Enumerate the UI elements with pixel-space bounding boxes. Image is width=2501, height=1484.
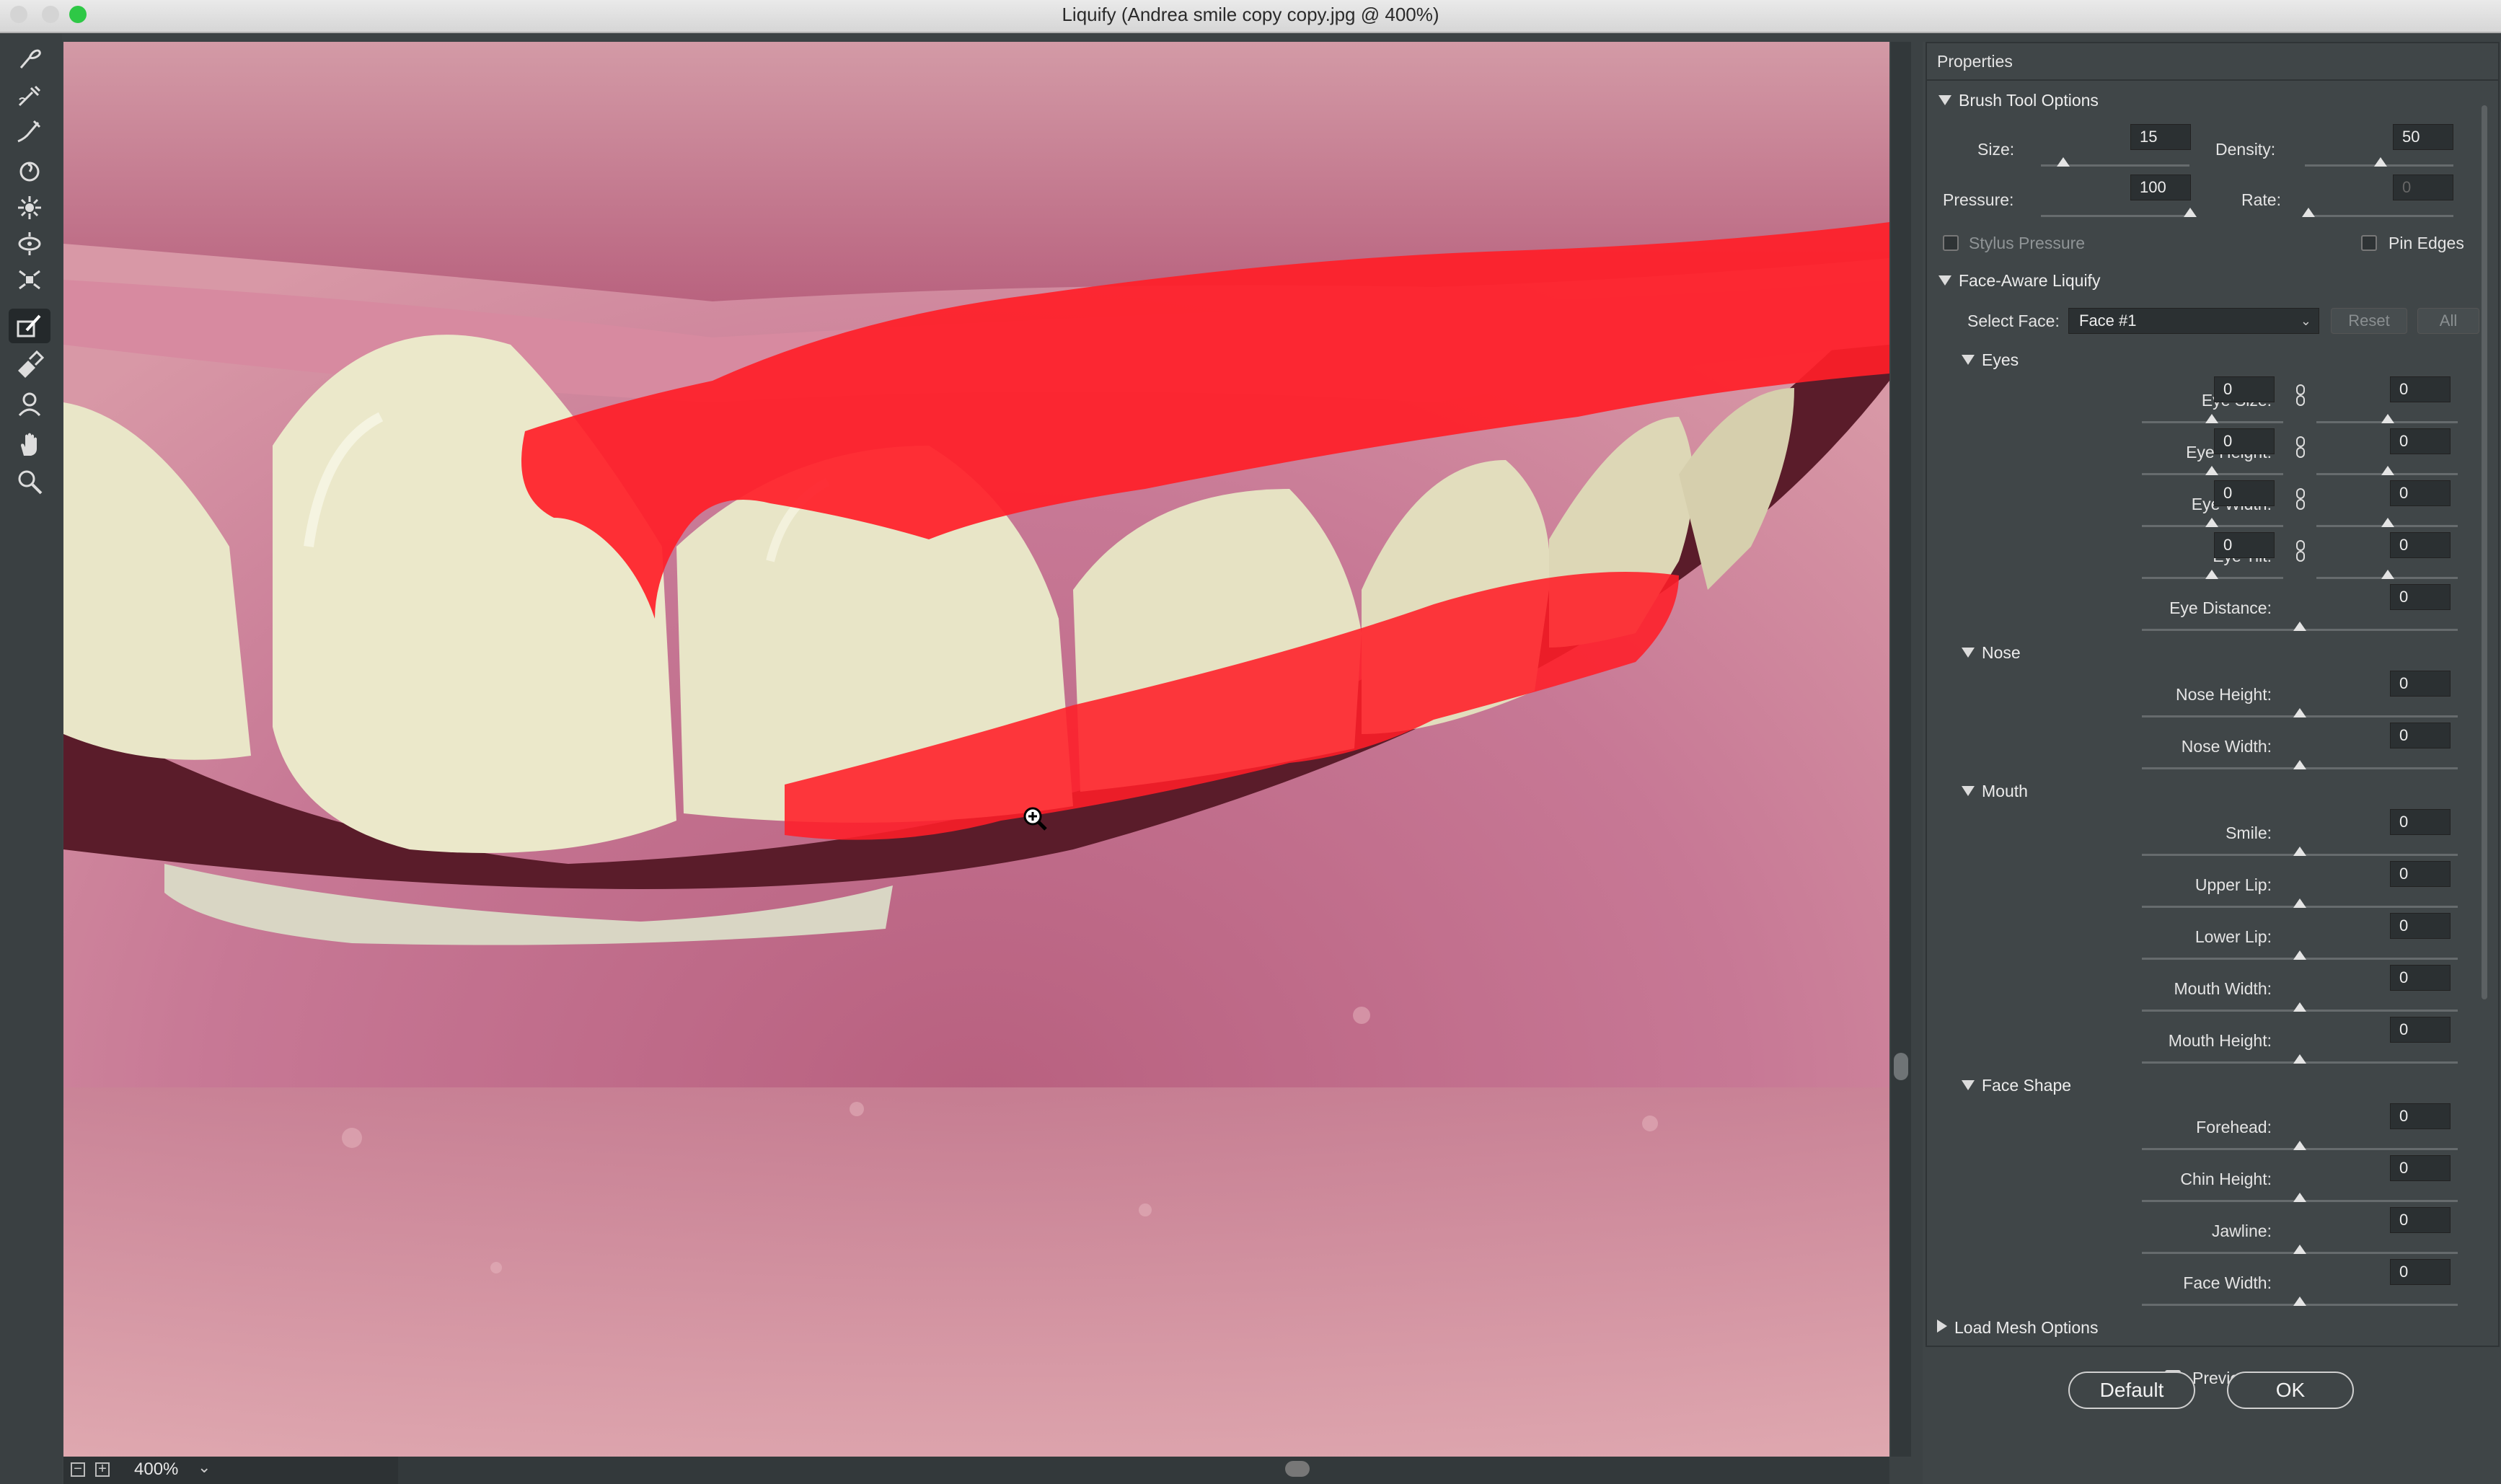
thaw-mask-tool[interactable]: [9, 346, 50, 381]
panel-header: Properties: [1937, 52, 2013, 71]
rate-label: Rate:: [2241, 190, 2281, 209]
zoom-tool[interactable]: [9, 464, 50, 499]
zoom-icon: [18, 470, 43, 495]
canvas-status-bar: − + 400% ⌄: [63, 1457, 1889, 1484]
hand-icon: [21, 433, 37, 456]
hand-tool[interactable]: [9, 427, 50, 461]
reconstruct-tool[interactable]: [9, 78, 50, 112]
face-aware-liquify-header[interactable]: Face-Aware Liquify: [1938, 271, 2100, 291]
horizontal-scroll-thumb[interactable]: [1285, 1461, 1310, 1477]
panel-scroll-thumb[interactable]: [2482, 105, 2487, 999]
pressure-slider-thumb[interactable]: [2184, 208, 2197, 217]
stylus-pressure-checkbox[interactable]: [1943, 235, 1959, 251]
zoom-out-button[interactable]: −: [71, 1462, 85, 1477]
density-slider-thumb[interactable]: [2374, 157, 2387, 167]
push-left-tool[interactable]: [9, 262, 50, 297]
rate-slider-thumb[interactable]: [2302, 208, 2315, 217]
smooth-tool[interactable]: [9, 114, 50, 149]
bloat-tool[interactable]: [9, 226, 50, 261]
freeze-mask-icon: [17, 314, 41, 337]
vertical-scrollbar[interactable]: [1891, 42, 1911, 1457]
pin-edges-label: Pin Edges: [2388, 234, 2464, 252]
vertical-scroll-thumb[interactable]: [1894, 1053, 1908, 1080]
pressure-label: Pressure:: [1943, 190, 2014, 209]
all-button[interactable]: All: [2417, 308, 2479, 334]
twirl-tool[interactable]: [9, 154, 50, 189]
pressure-field[interactable]: 100: [2130, 175, 2191, 200]
chevron-down-icon: ⌄: [2300, 314, 2311, 328]
select-face-value: Face #1: [2079, 312, 2137, 330]
forward-warp-icon: [19, 49, 41, 69]
properties-panel: Properties Brush Tool Options Size: 15 D…: [1923, 42, 2501, 1484]
density-label: Density:: [2215, 140, 2276, 159]
default-button[interactable]: Default: [2068, 1372, 2195, 1409]
pin-edges-checkbox[interactable]: [2361, 235, 2377, 251]
zoom-level[interactable]: 400%: [134, 1459, 178, 1480]
photo-mouth-closeup: [63, 42, 1889, 1457]
image-canvas[interactable]: [63, 42, 1889, 1457]
chevron-down-icon[interactable]: ⌄: [198, 1458, 211, 1477]
density-field[interactable]: 50: [2393, 124, 2453, 150]
forward-warp-tool[interactable]: [9, 40, 50, 75]
face-tool[interactable]: [9, 387, 50, 421]
size-label: Size:: [1977, 140, 2015, 159]
pucker-icon: [18, 196, 41, 219]
reset-button[interactable]: Reset: [2331, 308, 2407, 334]
properties-box: Properties Brush Tool Options Size: 15 D…: [1926, 42, 2500, 1347]
zoom-cursor-icon: [1023, 807, 1047, 831]
freeze-mask-tool[interactable]: [9, 309, 50, 343]
title-bar: Liquify (Andrea smile copy copy.jpg @ 40…: [0, 0, 2501, 33]
pucker-tool[interactable]: [9, 190, 50, 225]
rate-field[interactable]: 0: [2393, 175, 2453, 200]
select-face-dropdown[interactable]: Face #1 ⌄: [2068, 308, 2319, 334]
window-title: Liquify (Andrea smile copy copy.jpg @ 40…: [1062, 4, 1439, 25]
pressure-slider[interactable]: [2041, 215, 2189, 217]
eyes-header[interactable]: Eyes: [1962, 350, 2019, 370]
face-icon: [18, 392, 41, 417]
panel-scrollbar[interactable]: [2478, 79, 2489, 1334]
reconstruct-icon: [18, 85, 41, 107]
push-left-icon: [19, 270, 40, 290]
stylus-pressure-label: Stylus Pressure: [1969, 234, 2086, 252]
bloat-icon: [18, 232, 41, 255]
smooth-icon: [17, 120, 41, 143]
brush-tool-options-header[interactable]: Brush Tool Options: [1938, 91, 2099, 110]
thaw-mask-icon: [18, 350, 44, 378]
ok-button[interactable]: OK: [2227, 1372, 2354, 1409]
rate-slider[interactable]: [2305, 215, 2453, 217]
size-field[interactable]: 15: [2130, 124, 2191, 150]
load-mesh-options-header[interactable]: Load Mesh Options: [1937, 1318, 2098, 1338]
horizontal-scrollbar[interactable]: [398, 1457, 1889, 1484]
size-slider-thumb[interactable]: [2057, 157, 2070, 167]
twirl-icon: [19, 162, 40, 182]
tools-panel: [0, 33, 62, 1484]
select-face-label: Select Face:: [1967, 312, 2060, 330]
zoom-in-button[interactable]: +: [95, 1462, 110, 1477]
